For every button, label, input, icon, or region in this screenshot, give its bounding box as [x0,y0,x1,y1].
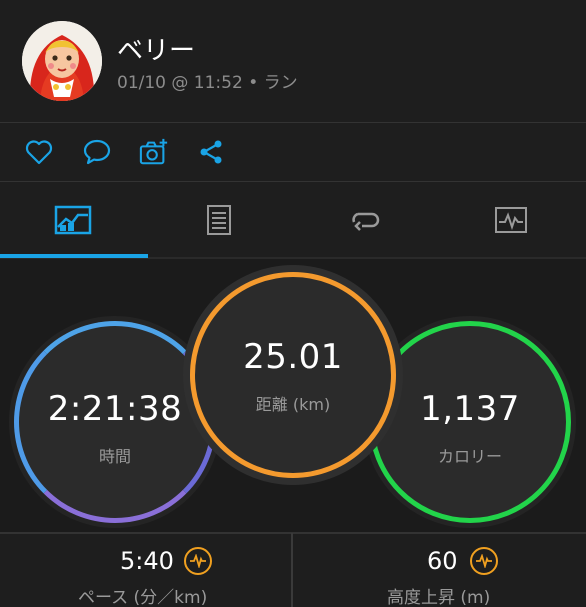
distance-label: 距離 (km) [255,395,331,414]
tab-stats[interactable] [146,182,292,258]
heart-icon [25,140,53,165]
elevation-status-icon [470,547,498,575]
calories-stat-circle[interactable]: 1,137 カロリー [369,321,571,523]
time-value: 2:21:38 [47,389,183,429]
share-button[interactable] [196,137,226,167]
overview-chart-icon [54,205,92,235]
distance-stat-circle[interactable]: 25.01 距離 (km) [190,272,396,478]
tab-laps[interactable] [292,182,438,258]
time-label: 時間 [98,447,131,466]
share-icon [200,140,222,164]
matryoshka-avatar-icon [22,21,102,101]
comment-button[interactable] [82,137,112,167]
pace-value: 5:40 [120,547,174,575]
elevation-metric[interactable]: 60 高度上昇 (m) [293,533,586,607]
tab-active-indicator [0,254,148,258]
camera-plus-icon [139,138,168,165]
action-bar [0,123,586,181]
document-list-icon [207,205,231,235]
pace-status-icon [184,547,212,575]
tab-graphs[interactable] [438,182,584,258]
add-photo-button[interactable] [139,137,169,167]
like-button[interactable] [24,137,54,167]
comment-icon [83,139,111,165]
calories-label: カロリー [437,447,502,466]
activity-graph-icon [495,207,527,233]
time-stat-circle[interactable]: 2:21:38 時間 [14,321,216,523]
avatar[interactable] [22,21,102,101]
tab-overview[interactable] [0,182,146,258]
tab-bar [0,182,586,258]
elevation-label: 高度上昇 (m) [387,588,491,607]
elevation-value: 60 [427,547,458,575]
user-name: ベリー [117,36,196,66]
pace-metric[interactable]: 5:40 ペース (分／km) [0,533,291,607]
calories-value: 1,137 [420,389,520,429]
activity-header: ベリー 01/10 @ 11:52 • ラン [0,0,586,122]
activity-date-type: 01/10 @ 11:52 • ラン [117,73,298,93]
loop-icon [352,212,380,231]
pace-label: ペース (分／km) [78,588,208,607]
distance-value: 25.01 [243,337,343,377]
